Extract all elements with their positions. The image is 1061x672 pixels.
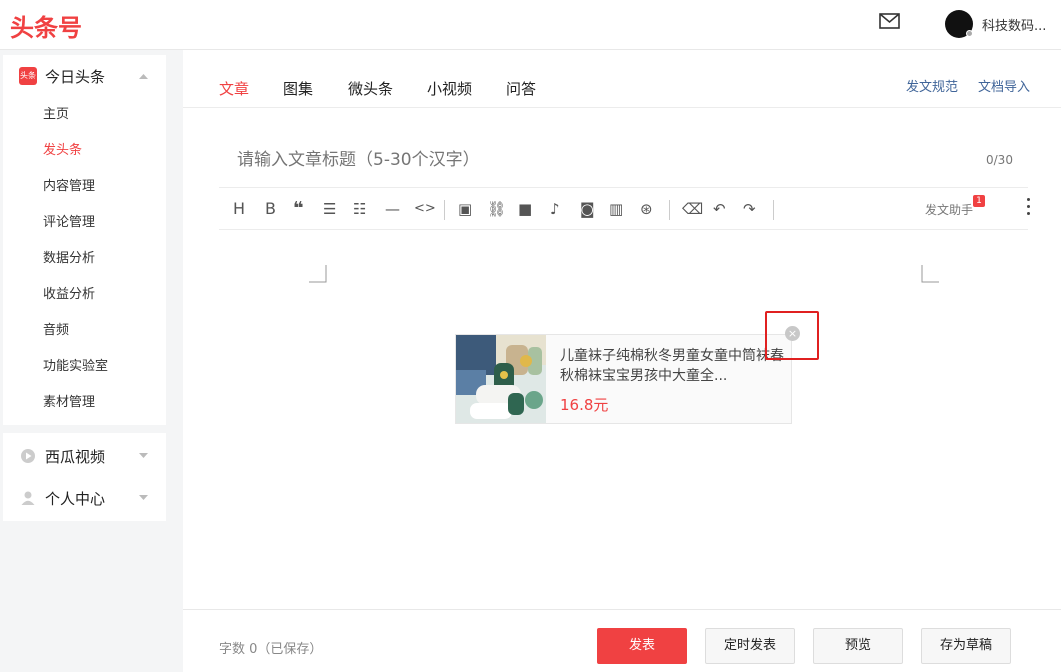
tab-short-video[interactable]: 小视频 [427,78,472,99]
sidebar-item-comments[interactable]: 评论管理 [3,205,166,241]
tab-article[interactable]: 文章 [219,78,249,99]
logo[interactable]: 头条号 [10,8,82,43]
user-name[interactable]: 科技数码... [982,15,1052,34]
preview-button[interactable]: 预览 [813,628,903,664]
sidebar-item-revenue[interactable]: 收益分析 [3,277,166,313]
sidebar-header-label: 个人中心 [45,489,106,508]
video-icon[interactable]: ■ [518,200,532,218]
top-bar: 头条号 科技数码... [0,0,1061,50]
title-input[interactable] [237,150,837,170]
save-draft-button[interactable]: 存为草稿 [921,628,1011,664]
import-doc-link[interactable]: 文档导入 [978,76,1030,95]
editor-toolbar: H B ❝ ☰ ☷ — <> ▣ ⛓ ■ ♪ ◙ ▥ ⊛ ⌫ ↶ ↷ 发文助手 … [219,187,1031,230]
chevron-up-icon[interactable] [139,73,148,79]
quote-icon[interactable]: ❝ [293,200,304,218]
sidebar-header-profile[interactable]: 个人中心 [3,477,166,519]
chart-icon[interactable]: ▥ [609,200,623,218]
assistant-button[interactable]: 发文助手 [925,201,973,218]
sidebar-item-analytics[interactable]: 数据分析 [3,241,166,277]
highlight-box [765,311,819,360]
redo-icon[interactable]: ↷ [743,200,756,218]
mail-icon[interactable] [879,13,900,29]
ordered-list-icon[interactable]: ☷ [353,200,366,218]
sidebar-item-home[interactable]: 主页 [3,97,166,133]
heading-icon[interactable]: H [233,200,245,218]
assistant-badge: 1 [973,195,985,207]
main-panel: 文章 图集 微头条 小视频 问答 发文规范 文档导入 0/30 H B ❝ ☰ … [183,50,1061,672]
sidebar-section-toutiao: 头条 今日头条 主页 发头条 内容管理 评论管理 数据分析 收益分析 音频 功能… [3,55,166,425]
tab-qa[interactable]: 问答 [506,78,536,99]
toolbar-divider [773,200,774,220]
avatar[interactable] [945,10,973,38]
more-icon[interactable] [1027,198,1031,219]
microphone-icon[interactable]: ♪ [550,200,560,218]
sidebar-header-label: 西瓜视频 [45,447,106,466]
divider-icon[interactable]: — [385,200,400,218]
publishing-rules-link[interactable]: 发文规范 [906,76,958,95]
sidebar-item-publish[interactable]: 发头条 [3,133,166,169]
sidebar-header-toutiao[interactable]: 头条 今日头条 [3,55,166,97]
poll-icon[interactable]: ⊛ [640,200,653,218]
sidebar-section-xigua: 西瓜视频 个人中心 [3,433,166,521]
eraser-icon[interactable]: ⌫ [682,200,703,218]
play-icon [19,447,37,465]
sidebar-item-content[interactable]: 内容管理 [3,169,166,205]
sidebar: 头条 今日头条 主页 发头条 内容管理 评论管理 数据分析 收益分析 音频 功能… [3,55,166,529]
toolbar-divider [669,200,670,220]
image-icon[interactable]: ▣ [458,200,472,218]
sidebar-header-label: 今日头条 [45,67,106,86]
sidebar-item-materials[interactable]: 素材管理 [3,385,166,421]
sidebar-item-audio[interactable]: 音频 [3,313,166,349]
tab-bar: 文章 图集 微头条 小视频 问答 发文规范 文档导入 [183,50,1061,108]
bullet-list-icon[interactable]: ☰ [323,200,336,218]
toolbar-divider [444,200,445,220]
link-icon[interactable]: ⛓ [487,200,506,218]
product-card[interactable]: 儿童袜子纯棉秋冬男童女童中筒袜春秋棉袜宝宝男孩中大童全... 16.8元 [455,334,792,424]
publish-button[interactable]: 发表 [597,628,687,664]
crop-corner-right [921,265,939,283]
product-image [456,335,546,423]
code-icon[interactable]: <> [414,200,436,218]
sidebar-header-xigua[interactable]: 西瓜视频 [3,435,166,477]
bold-icon[interactable]: B [265,200,276,218]
user-icon [19,489,37,507]
undo-icon[interactable]: ↶ [713,200,726,218]
tab-micro[interactable]: 微头条 [348,78,393,99]
crop-corner-left [309,265,327,283]
toutiao-icon: 头条 [19,67,37,85]
chevron-down-icon[interactable] [139,453,148,459]
sidebar-item-lab[interactable]: 功能实验室 [3,349,166,385]
chevron-down-icon[interactable] [139,495,148,501]
product-title: 儿童袜子纯棉秋冬男童女童中筒袜春秋棉袜宝宝男孩中大童全... [560,348,784,384]
title-count: 0/30 [986,153,1013,167]
editor-footer: 字数 0（已保存） 发表 定时发表 预览 存为草稿 [183,609,1061,672]
schedule-button[interactable]: 定时发表 [705,628,795,664]
word-count: 字数 0（已保存） [219,642,323,657]
tab-gallery[interactable]: 图集 [283,78,313,99]
product-price: 16.8元 [560,396,609,414]
product-icon[interactable]: ◙ [580,200,595,218]
